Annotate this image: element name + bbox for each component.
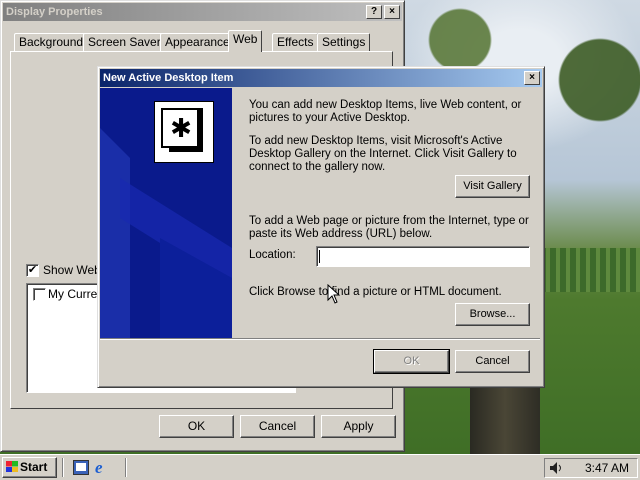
- start-button[interactable]: Start: [2, 457, 57, 478]
- url-text: To add a Web page or picture from the In…: [249, 215, 529, 240]
- mouse-pointer-icon: [327, 284, 341, 304]
- dialog-title: New Active Desktop Item: [103, 72, 234, 84]
- tab-web[interactable]: Web: [228, 30, 263, 52]
- start-label: Start: [20, 460, 48, 474]
- clock[interactable]: 3:47 AM: [585, 461, 629, 475]
- show-desktop-icon[interactable]: [73, 460, 89, 475]
- list-item-checkbox[interactable]: [33, 288, 46, 301]
- dialog-titlebar[interactable]: New Active Desktop Item ×: [100, 69, 542, 87]
- wallpaper-vineyard: [540, 248, 640, 292]
- taskbar: Start e 3:47 AM: [0, 454, 640, 480]
- internet-explorer-icon[interactable]: e: [95, 459, 112, 476]
- visit-gallery-button[interactable]: Visit Gallery: [455, 175, 530, 198]
- text-cursor: [319, 250, 320, 263]
- display-ok-button[interactable]: OK: [159, 415, 234, 438]
- display-properties-titlebar[interactable]: Display Properties ? ×: [3, 3, 402, 21]
- display-apply-button[interactable]: Apply: [321, 415, 396, 438]
- tab-settings[interactable]: Settings: [317, 33, 371, 51]
- quick-launch-separator: [125, 458, 127, 477]
- help-button[interactable]: ?: [366, 5, 382, 19]
- display-properties-title: Display Properties: [6, 6, 103, 18]
- show-web-label: Show Web: [43, 263, 101, 277]
- volume-icon[interactable]: [549, 461, 563, 475]
- tab-effects[interactable]: Effects: [272, 33, 319, 51]
- location-label: Location:: [249, 249, 296, 261]
- active-desktop-icon: ✱: [154, 101, 214, 163]
- system-tray: 3:47 AM: [544, 458, 638, 478]
- display-cancel-button[interactable]: Cancel: [240, 415, 315, 438]
- browse-text: Click Browse to find a picture or HTML d…: [249, 286, 502, 298]
- dialog-close-button[interactable]: ×: [524, 71, 540, 85]
- dialog-cancel-button[interactable]: Cancel: [455, 350, 530, 373]
- intro-text: You can add new Desktop Items, live Web …: [249, 99, 522, 124]
- tab-screen-saver[interactable]: Screen Saver: [83, 33, 166, 51]
- tab-background[interactable]: Background: [14, 33, 89, 51]
- dialog-banner: ✱: [100, 88, 232, 338]
- tab-appearance[interactable]: Appearance: [160, 33, 235, 51]
- new-active-desktop-item-dialog: New Active Desktop Item × ✱ You can add …: [97, 66, 545, 388]
- windows-logo-icon: [6, 461, 18, 472]
- browse-button[interactable]: Browse...: [455, 303, 530, 326]
- dialog-ok-button[interactable]: OK: [373, 349, 450, 374]
- taskbar-separator: [62, 458, 64, 477]
- close-button[interactable]: ×: [384, 5, 400, 19]
- dialog-separator: [100, 338, 540, 340]
- show-web-checkbox[interactable]: ✔: [26, 264, 39, 277]
- location-input[interactable]: [316, 246, 530, 267]
- gallery-text: To add new Desktop Items, visit Microsof…: [249, 135, 517, 173]
